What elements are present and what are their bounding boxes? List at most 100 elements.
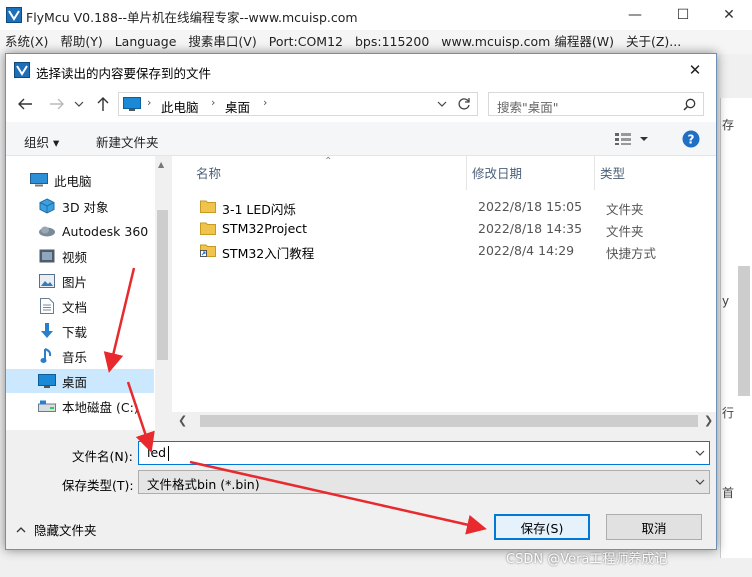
nav-item-autodesk-360[interactable]: Autodesk 360 [6, 219, 156, 243]
nav-item-label: 此电脑 [54, 173, 92, 189]
nav-item-music[interactable]: 音乐 [6, 344, 156, 368]
recent-dropdown-icon[interactable] [68, 94, 90, 114]
menu-language[interactable]: Language [110, 30, 184, 54]
app-text-fragment: 行 [722, 406, 735, 420]
column-header-type[interactable]: 类型 [600, 163, 625, 182]
forward-arrow-icon[interactable] [46, 94, 68, 114]
organize-button[interactable]: 组织 ▾ [24, 132, 59, 151]
minimize-icon[interactable]: — [612, 0, 658, 30]
nav-item-label: 文档 [62, 299, 88, 315]
nav-item-downloads[interactable]: 下载 [6, 319, 156, 343]
search-input[interactable]: 搜索"桌面" [488, 92, 704, 116]
filename-input[interactable]: led [138, 441, 710, 465]
breadcrumb-this-pc[interactable]: 此电脑 [161, 97, 199, 116]
view-options-icon[interactable] [614, 132, 650, 146]
nav-item-3d-objects[interactable]: 3D 对象 [6, 194, 156, 218]
nav-item-local-disk[interactable]: 本地磁盘 (C:) [6, 394, 156, 418]
scroll-right-icon[interactable]: ❯ [704, 414, 713, 427]
app-close-icon[interactable]: ✕ [706, 0, 752, 30]
desktop-icon [38, 373, 56, 389]
nav-item-label: 本地磁盘 (C:) [62, 399, 139, 415]
file-name: STM32入门教程 [222, 246, 315, 261]
breadcrumb-desktop[interactable]: 桌面 [225, 97, 250, 116]
app-scrollbar[interactable] [738, 266, 750, 396]
document-icon [38, 298, 56, 314]
help-icon[interactable]: ? [682, 130, 700, 148]
menu-help[interactable]: 帮助(Y) [55, 30, 109, 54]
nav-item-label: 桌面 [62, 374, 88, 390]
dialog-logo-icon [14, 62, 30, 78]
dialog-title: 选择读出的内容要保存到的文件 [36, 66, 212, 81]
close-icon[interactable]: ✕ [680, 58, 710, 82]
menu-bps[interactable]: bps:115200 [350, 30, 436, 54]
menu-port[interactable]: Port:COM12 [264, 30, 350, 54]
breadcrumb-separator-icon: › [263, 96, 268, 109]
nav-item-videos[interactable]: 视频 [6, 244, 156, 268]
nav-item-documents[interactable]: 文档 [6, 294, 156, 318]
scroll-up-icon[interactable]: ▲ [158, 160, 164, 169]
watermark: CSDN @Vera工程师养成记 [506, 552, 668, 567]
up-arrow-icon[interactable] [92, 94, 114, 114]
chevron-down-icon[interactable] [695, 450, 705, 456]
text-cursor [168, 446, 169, 461]
chevron-down-icon[interactable] [695, 479, 705, 485]
save-button[interactable]: 保存(S) [494, 514, 590, 540]
file-date: 2022/8/18 15:05 [478, 199, 583, 214]
column-header-date[interactable]: 修改日期 [472, 163, 522, 182]
nav-item-desktop[interactable]: 桌面 [6, 369, 154, 393]
menu-programmer[interactable]: www.mcuisp.com 编程器(W) [436, 30, 621, 54]
cancel-button[interactable]: 取消 [606, 514, 702, 540]
cube-icon [38, 198, 56, 214]
refresh-icon[interactable] [457, 97, 471, 111]
filename-label: 文件名(N): [72, 449, 133, 464]
breadcrumb-separator-icon: › [147, 96, 152, 109]
menu-search-port[interactable]: 搜素串口(V) [183, 30, 263, 54]
filename-value: led [147, 445, 167, 460]
nav-item-label: 视频 [62, 249, 88, 265]
filetype-label: 保存类型(T): [62, 478, 134, 493]
nav-item-label: Autodesk 360 [62, 223, 149, 239]
horizontal-scrollbar-thumb[interactable] [200, 415, 698, 427]
address-bar[interactable]: › 此电脑 › 桌面 › [118, 92, 478, 116]
menu-about[interactable]: 关于(Z)... [621, 30, 688, 54]
maximize-icon[interactable]: ☐ [660, 0, 706, 30]
file-row[interactable]: STM32Project 2022/8/18 14:35 文件夹 [194, 218, 714, 240]
nav-item-pictures[interactable]: 图片 [6, 269, 156, 293]
nav-item-label: 3D 对象 [62, 199, 109, 215]
nav-item-this-pc[interactable]: 此电脑 [6, 168, 156, 192]
file-name: 3-1 LED闪烁 [222, 202, 296, 217]
app-text-fragment: y [722, 294, 730, 308]
search-placeholder: 搜索"桌面" [497, 100, 559, 115]
filetype-value: 文件格式bin (*.bin) [147, 477, 260, 492]
file-name: STM32Project [222, 221, 308, 236]
download-icon [38, 323, 56, 339]
search-icon[interactable] [683, 98, 696, 111]
address-dropdown-icon[interactable] [437, 101, 447, 107]
hide-folders-label: 隐藏文件夹 [34, 523, 97, 538]
column-separator[interactable] [594, 156, 595, 190]
folder-icon [200, 221, 216, 235]
back-arrow-icon[interactable] [14, 94, 36, 114]
hide-folders-toggle[interactable]: 隐藏文件夹 [16, 520, 97, 539]
new-folder-button[interactable]: 新建文件夹 [96, 132, 159, 151]
column-separator[interactable] [466, 156, 467, 190]
file-row[interactable]: STM32入门教程 2022/8/4 14:29 快捷方式 [194, 240, 714, 262]
drive-icon [38, 398, 56, 414]
nav-scrollbar-thumb[interactable] [157, 210, 168, 360]
file-row[interactable]: 3-1 LED闪烁 2022/8/18 15:05 文件夹 [194, 196, 714, 218]
app-menubar: 系统(X) 帮助(Y) Language 搜素串口(V) Port:COM12 … [0, 30, 752, 54]
cloud-icon [38, 223, 56, 239]
filetype-select[interactable]: 文件格式bin (*.bin) [138, 470, 710, 494]
navigation-pane: 此电脑 3D 对象 Autodesk 360 视频 图片 文档 下载 音乐 桌面… [6, 156, 170, 430]
music-icon [38, 348, 56, 364]
desktop-icon [123, 97, 141, 111]
shortcut-folder-icon [200, 243, 216, 257]
column-header-name[interactable]: 名称 [196, 163, 221, 182]
menu-system[interactable]: 系统(X) [0, 30, 55, 54]
video-icon [38, 248, 56, 264]
nav-item-label: 图片 [62, 274, 88, 290]
navigation-bar: › 此电脑 › 桌面 › 搜索"桌面" [6, 86, 716, 122]
file-date: 2022/8/4 14:29 [478, 243, 575, 258]
command-toolbar: 组织 ▾ 新建文件夹 ? [6, 122, 716, 156]
scroll-left-icon[interactable]: ❮ [178, 414, 187, 427]
